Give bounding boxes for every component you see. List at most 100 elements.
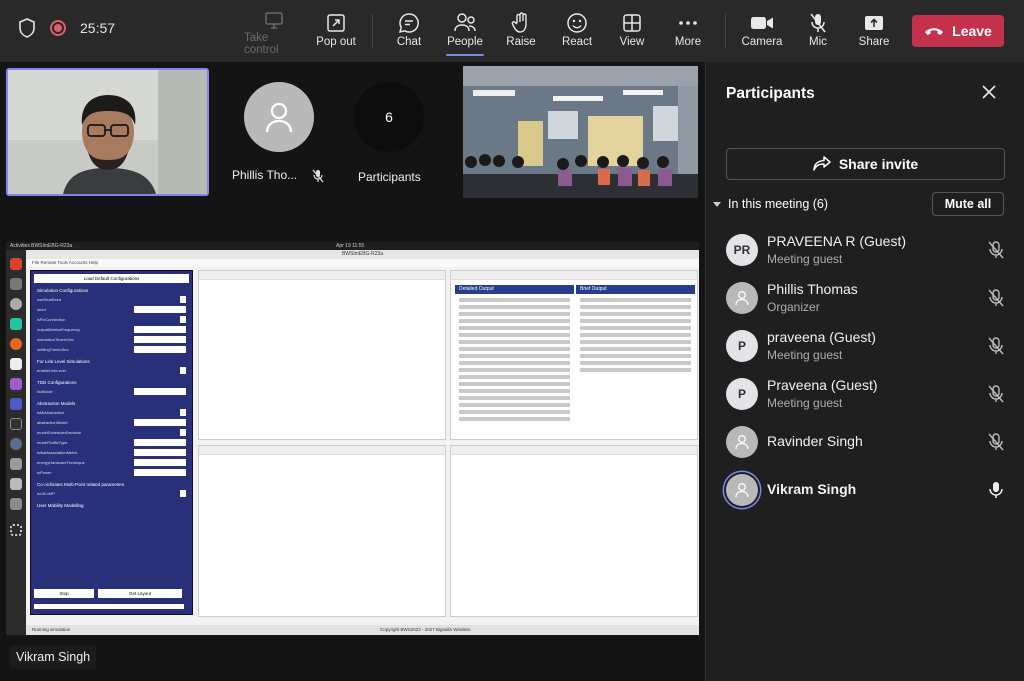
participant-item[interactable]: Phillis Thomas Organizer — [706, 274, 1024, 322]
pop-out-label: Pop out — [316, 36, 356, 48]
media-player-icon — [10, 378, 22, 390]
pop-out-icon — [326, 10, 346, 36]
participant-name: Praveena (Guest) — [767, 377, 878, 393]
disk-icon — [10, 458, 22, 470]
mic-off-icon[interactable] — [987, 288, 1005, 308]
person-icon — [735, 291, 749, 306]
app-icon — [10, 438, 22, 450]
ubuntu-clock: Apr 19 11:55 — [336, 243, 365, 249]
in-meeting-toggle[interactable]: In this meeting (6) — [712, 197, 828, 211]
mic-off-icon[interactable] — [987, 240, 1005, 260]
video-tile-classroom[interactable] — [463, 66, 698, 198]
camera-button[interactable]: Camera — [741, 10, 783, 56]
config-row: isMiAbstraction — [37, 408, 186, 417]
participant-item[interactable]: Vikram Singh — [706, 466, 1024, 514]
more-button[interactable]: More — [672, 10, 704, 56]
take-control-label: Take control — [244, 32, 279, 56]
shield-icon — [19, 18, 35, 38]
window-title: BWSImEBG-R23a — [26, 250, 699, 259]
people-button[interactable]: People — [444, 10, 486, 56]
raise-hand-button[interactable]: Raise — [505, 10, 537, 56]
load-default-button[interactable]: Load Default Configurations — [34, 274, 189, 283]
take-control-button[interactable]: Take control — [244, 10, 304, 56]
classroom-video — [463, 66, 698, 198]
participants-label: Participants — [358, 170, 421, 184]
config-row: outputMetricsFrequency — [37, 325, 186, 334]
files-icon — [10, 278, 22, 290]
participant-item[interactable]: PR PRAVEENA R (Guest) Meeting guest — [706, 226, 1024, 274]
mic-off-icon[interactable] — [987, 432, 1005, 452]
shared-screen[interactable]: Activities BWSImEBG-R23a Apr 19 11:55 BW… — [6, 242, 699, 635]
participant-item[interactable]: P Praveena (Guest) Meeting guest — [706, 370, 1024, 418]
mute-all-button[interactable]: Mute all — [932, 192, 1004, 216]
config-row: tddMode — [37, 387, 186, 396]
drive-icon — [10, 478, 22, 490]
section-coords: Co-ordinates Multi-Point related paramet… — [37, 482, 125, 487]
toolbar-divider — [372, 14, 373, 48]
person-icon — [735, 435, 749, 450]
section-sim: Simulation Configurations — [37, 288, 89, 293]
plot-pane-2 — [198, 445, 446, 617]
video-tile-phillis[interactable]: Phillis Tho... — [220, 68, 340, 196]
speaker-name-label: Vikram Singh — [10, 645, 97, 669]
share-button[interactable]: Share — [857, 10, 891, 56]
section-link: For Link Level Simulations — [37, 359, 90, 364]
avatar — [244, 82, 314, 152]
grid-icon — [622, 10, 642, 36]
mic-off-icon — [808, 10, 828, 36]
config-panel: Load Default Configurations Simulation C… — [30, 270, 193, 615]
stop-button[interactable]: Stop — [34, 589, 94, 598]
participants-overflow-tile[interactable]: 6 Participants — [350, 68, 430, 196]
person-icon — [735, 483, 749, 498]
close-icon[interactable] — [980, 83, 998, 101]
avatar — [726, 426, 758, 458]
meeting-status: 25:57 — [18, 18, 115, 38]
chevron-down-icon — [713, 202, 721, 207]
meeting-toolbar: 25:57 Take control Pop out Chat People R… — [0, 0, 1024, 62]
detailed-output-log — [455, 295, 574, 424]
toolbar-divider — [725, 14, 726, 48]
participant-role: Meeting guest — [767, 252, 843, 266]
participant-name: praveena (Guest) — [767, 329, 876, 345]
get-layout-button[interactable]: Get Layout — [98, 589, 182, 598]
mic-button[interactable]: Mic — [802, 10, 834, 56]
raise-label: Raise — [506, 36, 536, 48]
chat-icon — [398, 10, 420, 36]
participant-name: PRAVEENA R (Guest) — [767, 233, 907, 249]
pop-out-button[interactable]: Pop out — [314, 10, 358, 56]
config-row: isFixConnection — [37, 315, 186, 324]
share-invite-button[interactable]: Share invite — [726, 148, 1005, 180]
in-meeting-label: In this meeting (6) — [728, 197, 829, 211]
mic-off-icon[interactable] — [987, 336, 1005, 356]
people-icon — [453, 10, 477, 36]
view-button[interactable]: View — [616, 10, 648, 56]
participant-role: Meeting guest — [767, 396, 843, 410]
app-grid-icon — [10, 524, 22, 536]
mic-off-icon[interactable] — [987, 384, 1005, 404]
config-row: useRealSeed — [37, 295, 186, 304]
browser-icon — [10, 258, 22, 270]
view-label: View — [619, 36, 645, 48]
section-tdd: TDD Configurations — [37, 380, 77, 385]
participant-item[interactable]: Ravinder Singh — [706, 418, 1024, 466]
avatar: P — [726, 378, 758, 410]
person-icon — [265, 102, 293, 133]
brief-output-log — [576, 295, 695, 375]
participants-panel: Participants Share invite In this meetin… — [705, 62, 1024, 681]
ubuntu-dock — [6, 250, 26, 635]
pycharm-icon — [10, 318, 22, 330]
plot-pane-3 — [450, 445, 698, 617]
leave-button[interactable]: Leave — [912, 15, 1004, 47]
react-button[interactable]: React — [561, 10, 593, 56]
participant-item[interactable]: P praveena (Guest) Meeting guest — [706, 322, 1024, 370]
video-tile-vikram-singh[interactable] — [6, 68, 209, 196]
mic-on-icon[interactable] — [987, 480, 1005, 500]
participant-name: Phillis Thomas — [767, 281, 858, 297]
config-row: isUlCoMP — [37, 489, 186, 498]
react-label: React — [561, 36, 593, 48]
chat-button[interactable]: Chat — [393, 10, 425, 56]
panel-title: Participants — [726, 85, 815, 102]
people-label: People — [447, 36, 483, 48]
video-stage: Phillis Tho... 6 Participants Activities… — [0, 62, 705, 681]
config-row: settlingTimeInSec — [37, 345, 186, 354]
